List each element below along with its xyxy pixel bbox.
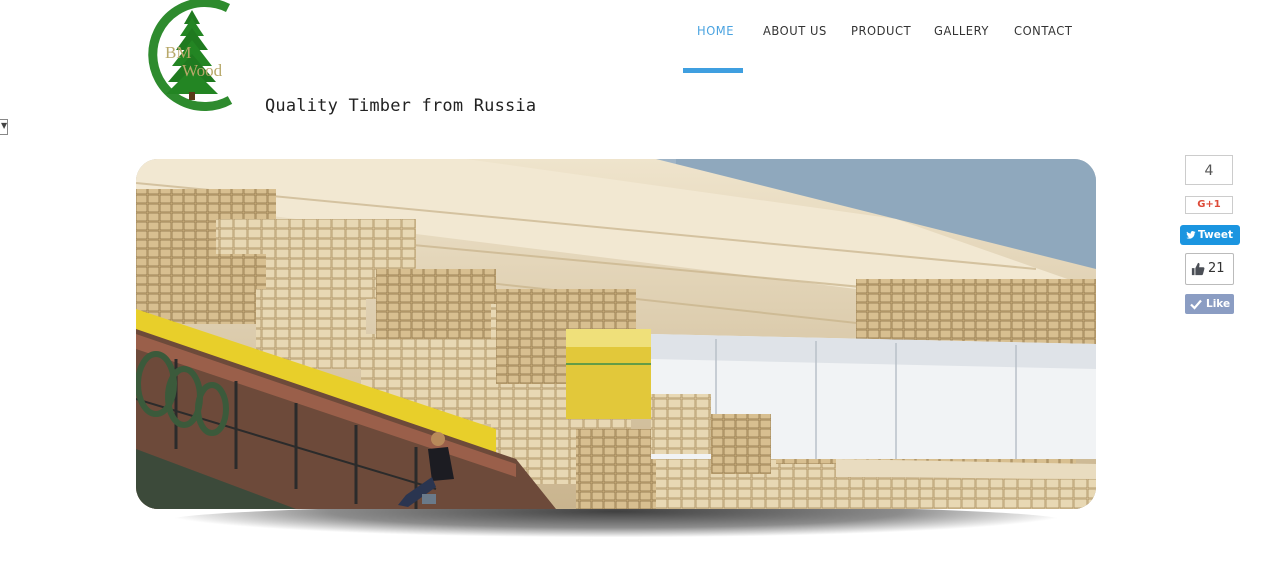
fb-like-label: Like (1206, 298, 1231, 310)
timber-barge-illustration (136, 159, 1096, 509)
nav-active-indicator (683, 68, 743, 73)
gplus-button[interactable]: G+1 (1185, 196, 1233, 214)
nav-gallery[interactable]: GALLERY (934, 23, 989, 38)
hero-image (136, 159, 1096, 509)
chevron-down-icon: ▼ (1, 121, 8, 130)
main-nav: HOME ABOUT US PRODUCT GALLERY CONTACT (0, 0, 1269, 80)
nav-home[interactable]: HOME (697, 23, 734, 38)
hero-shadow (166, 505, 1066, 537)
fb-like-button[interactable]: Like (1185, 294, 1234, 314)
thumbs-up-icon (1191, 262, 1205, 276)
nav-contact[interactable]: CONTACT (1014, 23, 1072, 38)
gplus-count-bubble: 4 (1185, 155, 1233, 185)
tweet-button[interactable]: Tweet (1180, 225, 1240, 245)
nav-product[interactable]: PRODUCT (851, 23, 911, 38)
tagline: Quality Timber from Russia (265, 96, 537, 116)
fb-count-value: 21 (1208, 261, 1225, 276)
twitter-bird-icon (1186, 231, 1196, 239)
nav-about-us[interactable]: ABOUT US (763, 23, 827, 38)
check-icon (1190, 299, 1202, 310)
hero-slider[interactable] (136, 159, 1096, 509)
fb-count-bubble: 21 (1185, 253, 1234, 285)
tweet-label: Tweet (1198, 229, 1233, 241)
side-toggle-button[interactable]: ▼ (0, 119, 8, 135)
